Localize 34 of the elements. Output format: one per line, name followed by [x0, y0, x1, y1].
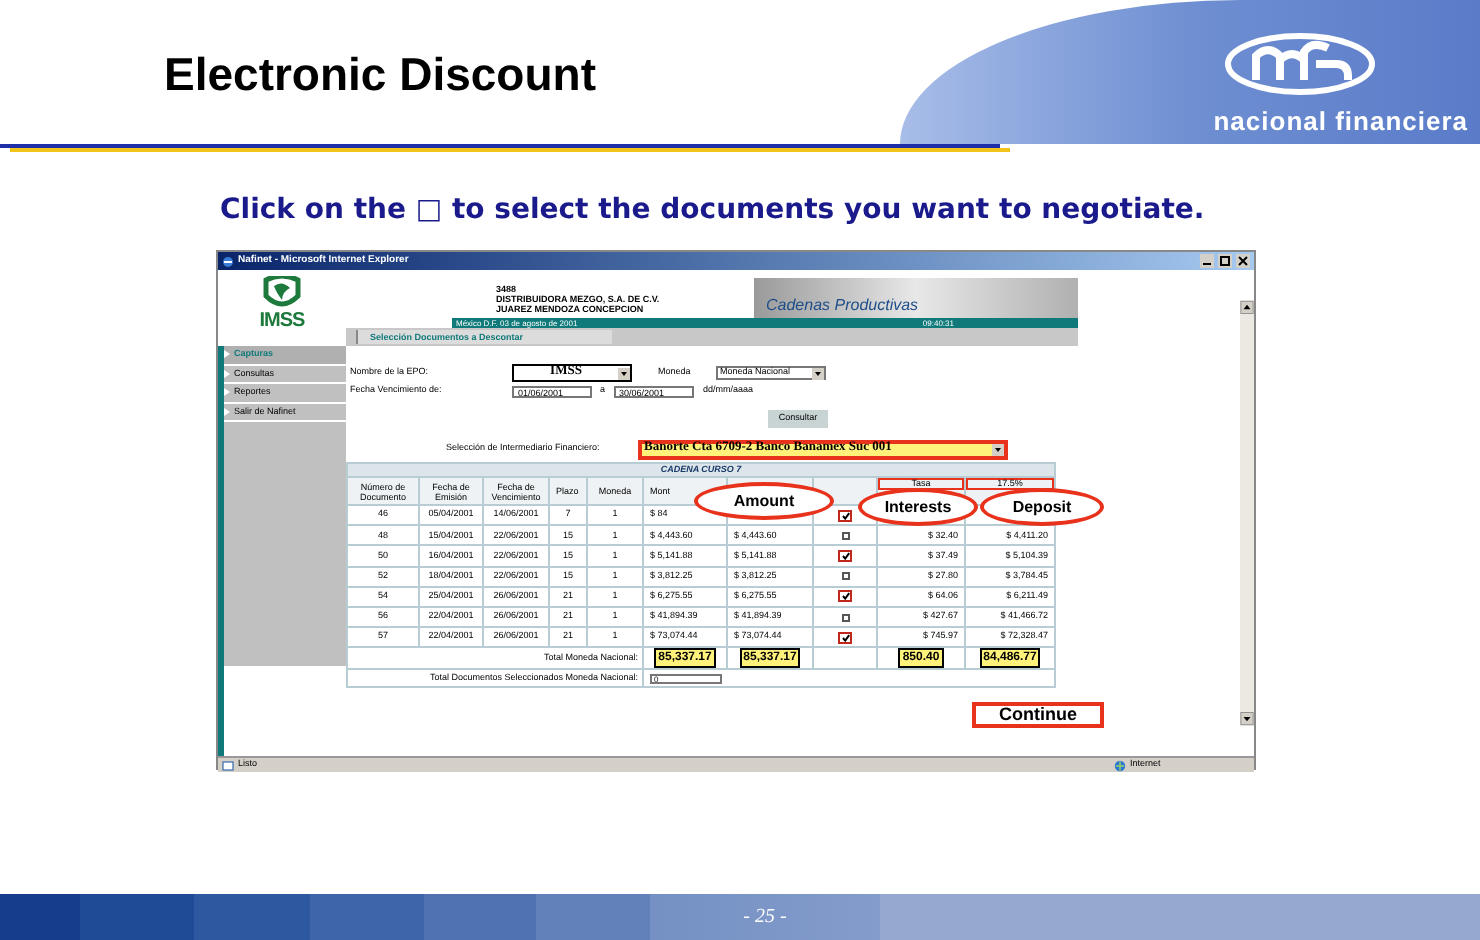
- check-icon: [841, 551, 849, 560]
- checkbox[interactable]: [838, 509, 852, 522]
- triangle-icon: [224, 350, 230, 359]
- checkbox[interactable]: [838, 549, 852, 562]
- checkbox[interactable]: [841, 572, 849, 581]
- slide-title: Electronic Discount: [162, 46, 598, 104]
- footer-band: [80, 894, 194, 940]
- dropdown-icon: [992, 443, 1004, 455]
- page-number: - 25 -: [743, 904, 787, 932]
- emblem-icon: [260, 276, 304, 312]
- check-icon: [841, 511, 849, 520]
- checkbox[interactable]: [841, 531, 849, 540]
- triangle-icon: [224, 407, 230, 416]
- page-icon: [222, 759, 234, 771]
- footer-band: [310, 894, 424, 940]
- banner-text: Cadenas Productivas: [766, 298, 919, 314]
- logo-text: IMSS: [259, 312, 305, 332]
- footer-band: [0, 894, 80, 940]
- triangle-icon: [224, 369, 230, 378]
- checkbox[interactable]: [838, 631, 852, 644]
- continue-button[interactable]: Continue: [972, 702, 1104, 729]
- dropdown-icon: [618, 367, 630, 379]
- checkbox[interactable]: [838, 590, 852, 603]
- logo-icon: [1224, 32, 1376, 96]
- triangle-icon: [224, 388, 230, 397]
- dropdown-icon: [812, 367, 824, 379]
- footer-band: [424, 894, 536, 940]
- footer-band: [194, 894, 310, 940]
- check-icon: [841, 592, 849, 601]
- checkbox[interactable]: [841, 613, 849, 622]
- check-icon: [841, 633, 849, 642]
- globe-icon: [1114, 759, 1126, 771]
- brand-name: nacional financiera: [1213, 108, 1468, 134]
- instruction-text: Click on the □ to select the documents you want to negotiate.: [220, 192, 1205, 230]
